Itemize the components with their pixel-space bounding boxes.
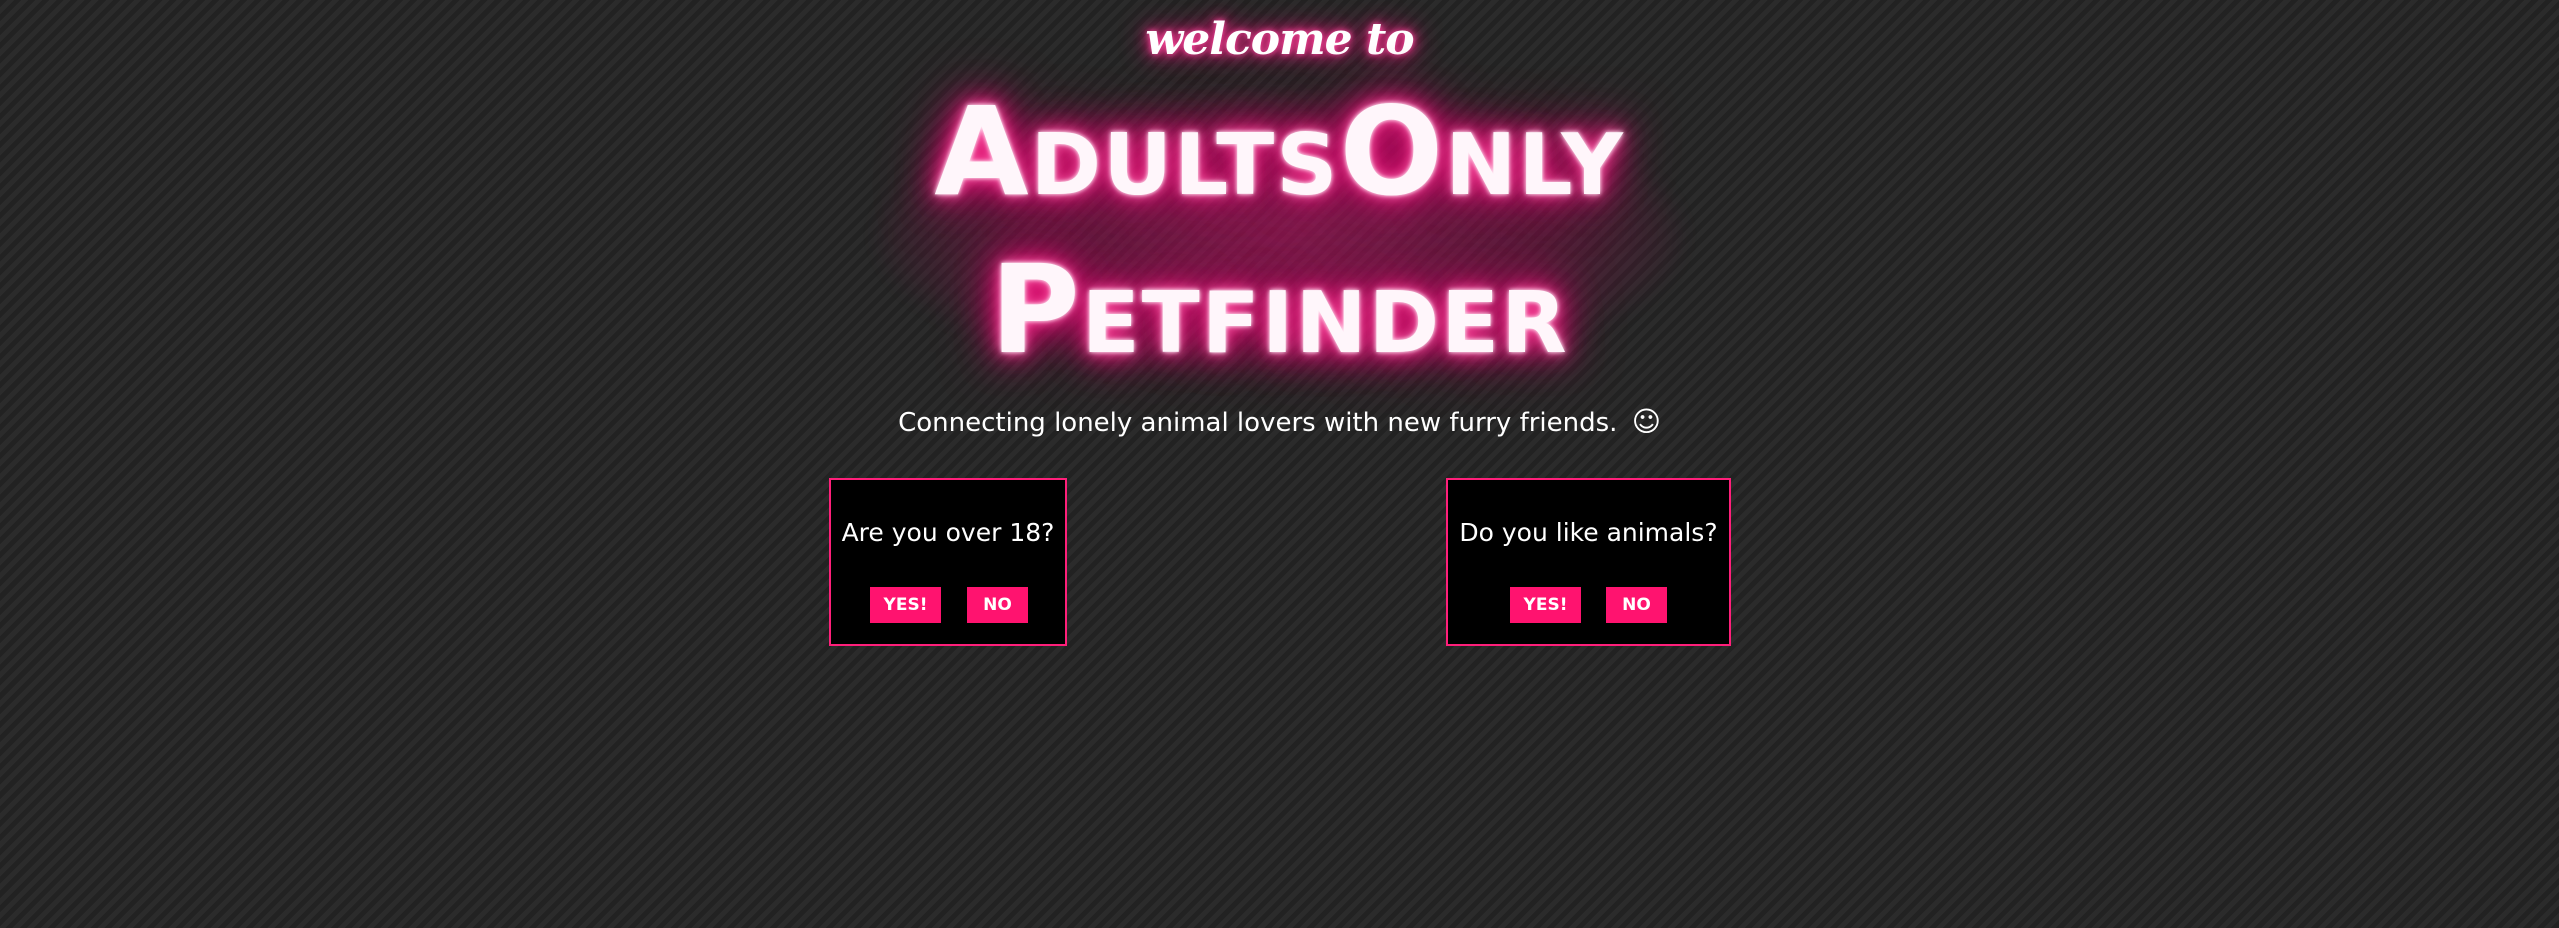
animals-question: Do you like animals?: [1459, 518, 1718, 547]
age-check-card: Are you over 18? YES! NO: [829, 478, 1067, 646]
site-title-line-1: AdultsOnly: [934, 81, 1625, 223]
site-title-line-2: Petfinder: [990, 239, 1569, 381]
smiley-face-icon: ☺: [1631, 405, 1661, 438]
tagline-text: Connecting lonely animal lovers with new…: [898, 408, 1618, 438]
age-no-button[interactable]: NO: [967, 587, 1028, 623]
age-yes-button[interactable]: YES!: [870, 587, 941, 623]
animals-yes-button[interactable]: YES!: [1510, 587, 1581, 623]
welcome-text: welcome to: [1145, 14, 1414, 65]
age-question: Are you over 18?: [841, 518, 1055, 547]
animals-check-card: Do you like animals? YES! NO: [1446, 478, 1731, 646]
animals-no-button[interactable]: NO: [1606, 587, 1667, 623]
tagline: Connecting lonely animal lovers with new…: [0, 405, 2559, 438]
